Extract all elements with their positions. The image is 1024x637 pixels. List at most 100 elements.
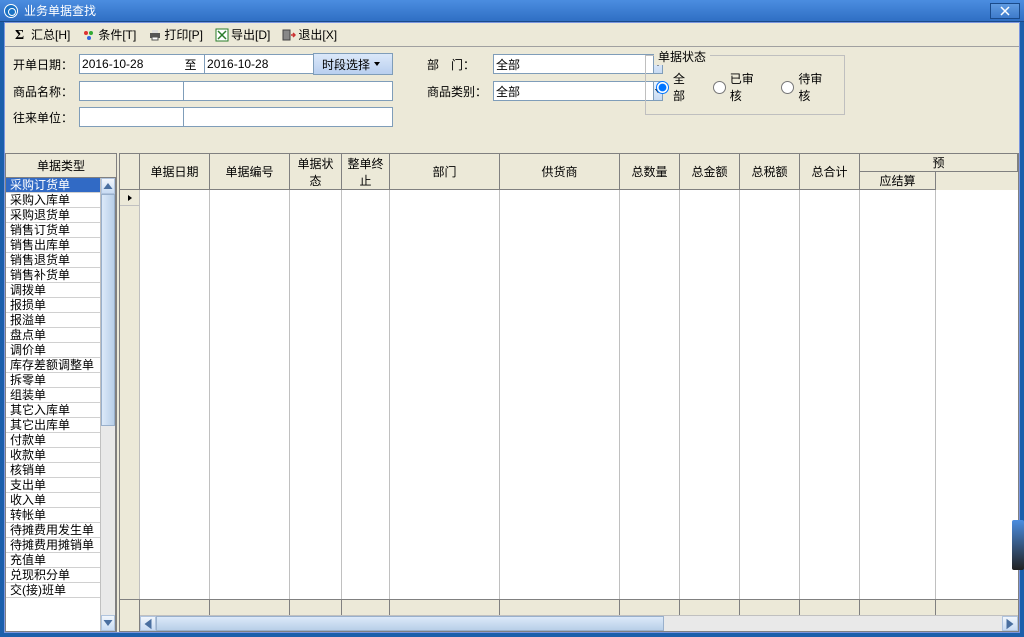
scroll-track[interactable] bbox=[101, 194, 115, 615]
date-from-field[interactable] bbox=[79, 54, 179, 74]
grid-header-dept[interactable]: 部门 bbox=[390, 154, 500, 190]
status-approved-radio[interactable]: 已审核 bbox=[713, 70, 766, 104]
grid-footer-row bbox=[120, 599, 1018, 615]
doctype-item[interactable]: 转帐单 bbox=[6, 508, 100, 523]
scroll-thumb[interactable] bbox=[101, 194, 115, 426]
grid-footer-amt bbox=[680, 600, 740, 615]
grid-header-total[interactable]: 总合计 bbox=[800, 154, 860, 190]
doctype-item[interactable]: 调价单 bbox=[6, 343, 100, 358]
grid-header-qty[interactable]: 总数量 bbox=[620, 154, 680, 190]
dept-input[interactable] bbox=[493, 54, 653, 74]
period-select-label: 时段选择 bbox=[322, 56, 370, 73]
exit-button[interactable]: 退出[X] bbox=[278, 25, 341, 44]
filter-panel: 开单日期： 至 时段选择 部 门： 商品名称： bbox=[5, 47, 1019, 135]
grid-header-terminate[interactable]: 整单终止 bbox=[342, 154, 390, 190]
doctype-item[interactable]: 交(接)班单 bbox=[6, 583, 100, 598]
grid-cells[interactable] bbox=[140, 190, 1018, 599]
scroll-up-icon[interactable] bbox=[101, 178, 115, 194]
grid-header-amt[interactable]: 总金额 bbox=[680, 154, 740, 190]
product-field[interactable] bbox=[79, 81, 179, 101]
doctype-item[interactable]: 核销单 bbox=[6, 463, 100, 478]
grid-col-supplier bbox=[500, 190, 620, 599]
exit-icon bbox=[282, 28, 296, 42]
doctype-item[interactable]: 报溢单 bbox=[6, 313, 100, 328]
hscroll-thumb[interactable] bbox=[156, 616, 664, 631]
grid-col-tax bbox=[740, 190, 800, 599]
content-area: 单据类型 采购订货单采购入库单采购退货单销售订货单销售出库单销售退货单销售补货单… bbox=[5, 153, 1019, 632]
status-pending-radio[interactable]: 待审核 bbox=[781, 70, 834, 104]
doctype-item[interactable]: 报损单 bbox=[6, 298, 100, 313]
hscroll-right-icon[interactable] bbox=[1002, 616, 1018, 631]
print-button[interactable]: 打印[P] bbox=[144, 25, 207, 44]
dept-label: 部 门： bbox=[397, 56, 489, 73]
date-label: 开单日期： bbox=[13, 56, 75, 73]
dept-field[interactable] bbox=[493, 54, 633, 74]
partner-desc-input[interactable] bbox=[183, 107, 393, 127]
grid-col-terminate bbox=[342, 190, 390, 599]
scroll-down-icon[interactable] bbox=[101, 615, 115, 631]
period-select-button[interactable]: 时段选择 bbox=[313, 53, 393, 75]
window-title: 业务单据查找 bbox=[24, 2, 990, 19]
product-desc-input[interactable] bbox=[183, 81, 393, 101]
titlebar: 业务单据查找 bbox=[0, 0, 1024, 22]
summary-label: 汇总[H] bbox=[31, 26, 70, 43]
hscroll-left-icon[interactable] bbox=[140, 616, 156, 631]
grid-header-group-top[interactable]: 预 bbox=[860, 154, 1018, 172]
doctype-item[interactable]: 待摊费用发生单 bbox=[6, 523, 100, 538]
grid-footer-terminate bbox=[342, 600, 390, 615]
doctype-item[interactable]: 调拨单 bbox=[6, 283, 100, 298]
doctype-item[interactable]: 库存差额调整单 bbox=[6, 358, 100, 373]
grid-header-supplier[interactable]: 供货商 bbox=[500, 154, 620, 190]
doctype-panel: 单据类型 采购订货单采购入库单采购退货单销售订货单销售出库单销售退货单销售补货单… bbox=[5, 153, 117, 632]
doctype-scrollbar[interactable] bbox=[100, 178, 116, 631]
doctype-item[interactable]: 充值单 bbox=[6, 553, 100, 568]
doctype-item[interactable]: 收款单 bbox=[6, 448, 100, 463]
doctype-item[interactable]: 拆零单 bbox=[6, 373, 100, 388]
doctype-list[interactable]: 采购订货单采购入库单采购退货单销售订货单销售出库单销售退货单销售补货单调拨单报损… bbox=[6, 178, 100, 631]
current-row-marker-icon bbox=[120, 190, 139, 206]
doctype-item[interactable]: 支出单 bbox=[6, 478, 100, 493]
print-label: 打印[P] bbox=[164, 26, 203, 43]
category-field[interactable] bbox=[493, 81, 633, 101]
doctype-item[interactable]: 销售补货单 bbox=[6, 268, 100, 283]
grid-header-settle[interactable]: 应结算 bbox=[860, 172, 936, 190]
grid-header-state[interactable]: 单据状态 bbox=[290, 154, 342, 190]
grid-col-total bbox=[800, 190, 860, 599]
doctype-item[interactable]: 组装单 bbox=[6, 388, 100, 403]
condition-button[interactable]: 条件[T] bbox=[78, 25, 140, 44]
doctype-item[interactable]: 其它入库单 bbox=[6, 403, 100, 418]
doctype-item[interactable]: 待摊费用摊销单 bbox=[6, 538, 100, 553]
export-label: 导出[D] bbox=[231, 26, 270, 43]
partner-field[interactable] bbox=[79, 107, 179, 127]
doctype-item[interactable]: 销售退货单 bbox=[6, 253, 100, 268]
filter-icon bbox=[82, 28, 96, 42]
grid-hscrollbar[interactable] bbox=[140, 615, 1018, 631]
date-to-field[interactable] bbox=[204, 54, 304, 74]
doctype-item[interactable]: 采购订货单 bbox=[6, 178, 100, 193]
export-button[interactable]: 导出[D] bbox=[211, 25, 274, 44]
doctype-item[interactable]: 兑现积分单 bbox=[6, 568, 100, 583]
doctype-item[interactable]: 付款单 bbox=[6, 433, 100, 448]
grid-body[interactable] bbox=[120, 190, 1018, 599]
doctype-item[interactable]: 采购退货单 bbox=[6, 208, 100, 223]
grid-col-amt bbox=[680, 190, 740, 599]
grid-header-date[interactable]: 单据日期 bbox=[140, 154, 210, 190]
doctype-item[interactable]: 销售出库单 bbox=[6, 238, 100, 253]
doctype-item[interactable]: 采购入库单 bbox=[6, 193, 100, 208]
close-button[interactable] bbox=[990, 3, 1020, 19]
grid-footer-state bbox=[290, 600, 342, 615]
grid-footer-supplier bbox=[500, 600, 620, 615]
doctype-item[interactable]: 盘点单 bbox=[6, 328, 100, 343]
toolbar: Σ 汇总[H] 条件[T] 打印[P] 导出[D] 退出[X] bbox=[5, 23, 1019, 47]
summary-button[interactable]: Σ 汇总[H] bbox=[11, 25, 74, 44]
status-all-radio[interactable]: 全部 bbox=[656, 70, 697, 104]
doctype-item[interactable]: 其它出库单 bbox=[6, 418, 100, 433]
grid-col-no bbox=[210, 190, 290, 599]
grid-col-state bbox=[290, 190, 342, 599]
category-input[interactable] bbox=[493, 81, 653, 101]
grid-header-no[interactable]: 单据编号 bbox=[210, 154, 290, 190]
date-to-label: 至 bbox=[183, 56, 200, 73]
grid-header-tax[interactable]: 总税额 bbox=[740, 154, 800, 190]
doctype-item[interactable]: 收入单 bbox=[6, 493, 100, 508]
doctype-item[interactable]: 销售订货单 bbox=[6, 223, 100, 238]
